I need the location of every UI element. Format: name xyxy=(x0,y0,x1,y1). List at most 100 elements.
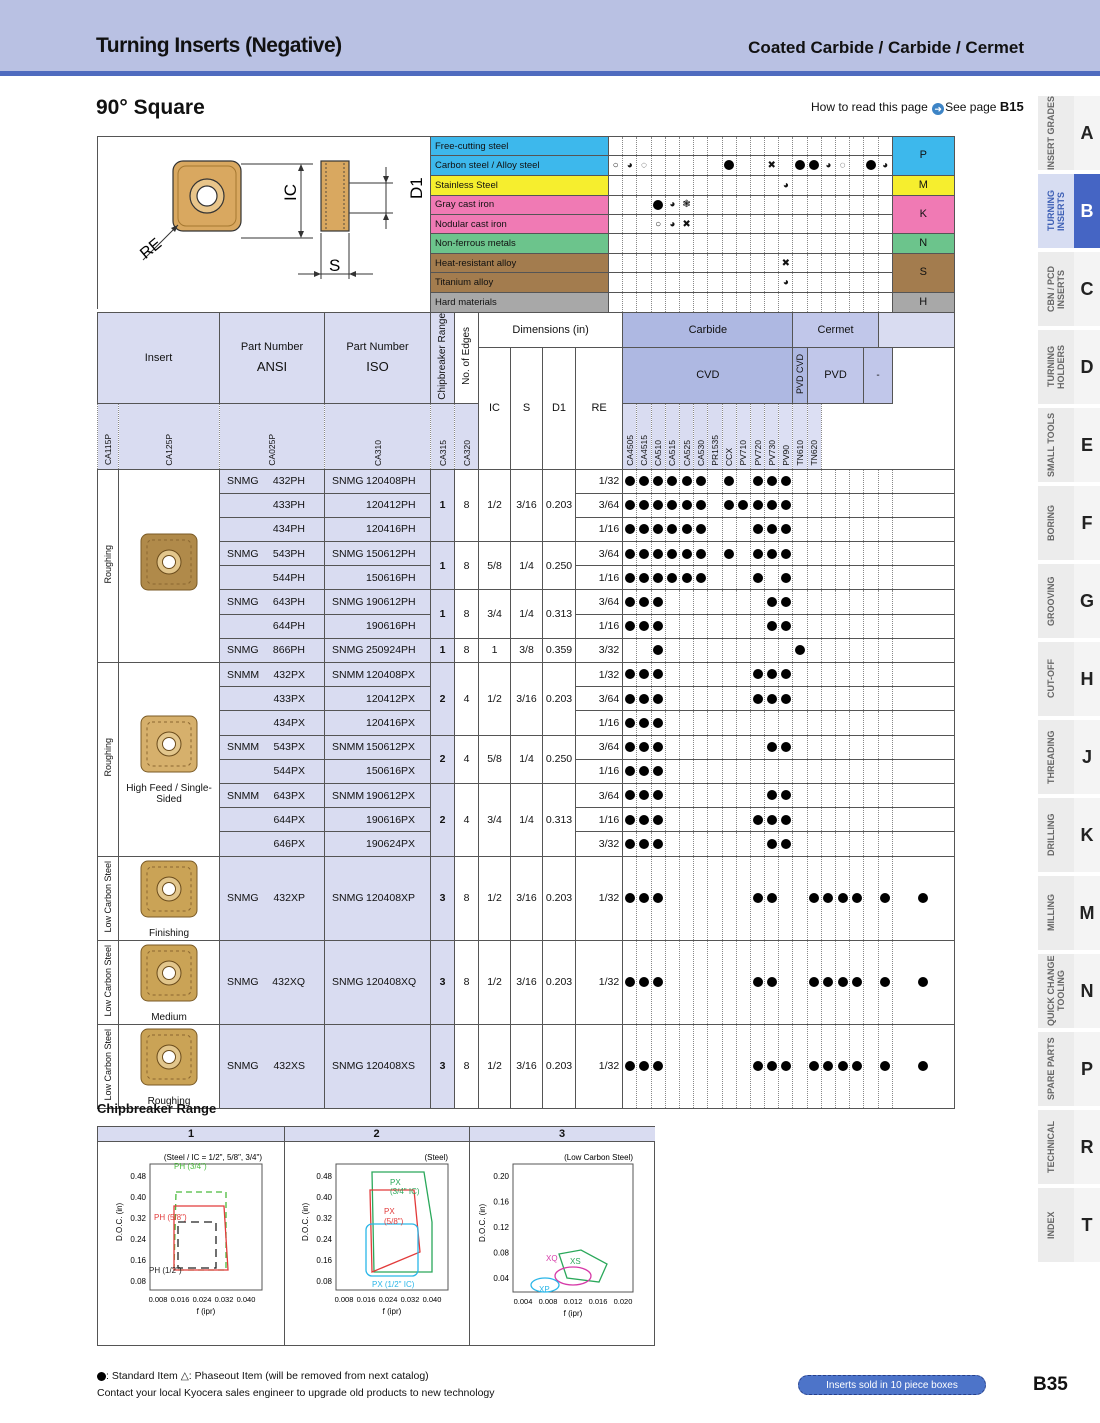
ansi-part-number-code: 434PH xyxy=(272,523,305,536)
iso-part-number-text: SNMG 190612PH xyxy=(332,596,416,608)
grade-cell xyxy=(877,291,893,313)
standard-dot-icon xyxy=(780,524,791,535)
iso-part-number: 120416PH xyxy=(324,516,431,543)
how-to-read-link[interactable]: How to read this page ➜ See page B15 xyxy=(811,99,1024,115)
grade-cell xyxy=(835,710,851,736)
tab-h[interactable]: CUT-OFF H xyxy=(1038,642,1100,716)
standard-dot-icon xyxy=(809,892,820,903)
grade-cell xyxy=(835,233,851,255)
tab-letter: P xyxy=(1074,1032,1100,1106)
tab-k[interactable]: DRILLING K xyxy=(1038,798,1100,872)
grade-header-ca125p: CA125P xyxy=(118,402,220,470)
grade-cell xyxy=(622,272,638,293)
x-axis-label: f (ipr) xyxy=(383,1307,402,1316)
standard-dot-icon xyxy=(681,475,692,486)
iso-part-number-code: 190616PX xyxy=(366,813,416,826)
ansi-part-number: SNMG 432XS xyxy=(219,1023,325,1109)
chipbreaker-value: 3 xyxy=(430,855,455,941)
iso-part-number-text: SNMG 120408XS xyxy=(332,1060,415,1072)
grade-cell xyxy=(849,807,865,833)
ansi-part-number-code: 432XP xyxy=(273,892,305,904)
standard-dot-icon xyxy=(766,669,777,680)
standard-dot-icon xyxy=(639,475,649,486)
ansi-part-number: SNMM 543PX xyxy=(219,734,325,760)
grade-header-pv730: PV730 xyxy=(764,402,780,470)
tab-g[interactable]: GROOVING G xyxy=(1038,564,1100,638)
chipbreaker-value: 2 xyxy=(430,782,455,857)
grade-cell xyxy=(650,661,666,688)
insert-photo-px xyxy=(140,715,198,773)
tab-f[interactable]: BORING F xyxy=(1038,486,1100,560)
grade-cell xyxy=(707,174,723,196)
tab-a[interactable]: INSERT GRADES A xyxy=(1038,96,1100,170)
grade-cell xyxy=(764,758,780,784)
grade-cell xyxy=(835,831,851,857)
y-tick-label: 0.08 xyxy=(493,1249,509,1258)
tab-r[interactable]: TECHNICAL R xyxy=(1038,1110,1100,1184)
x-axis-label: f (ipr) xyxy=(197,1307,216,1316)
material-label: Titanium alloy xyxy=(429,272,610,293)
standard-dot-icon xyxy=(752,976,763,987)
tab-label: MILLING xyxy=(1046,894,1056,932)
grade-label: PR1535 xyxy=(709,434,720,466)
iso-part-number-code: 120408PH xyxy=(366,475,416,488)
standard-dot-icon xyxy=(653,976,664,987)
standard-dot-icon xyxy=(624,892,635,903)
grade-cell xyxy=(735,734,751,760)
grade-cell xyxy=(764,253,780,274)
tab-d[interactable]: TURNING HOLDERS D xyxy=(1038,330,1100,404)
grade-cell xyxy=(820,194,837,215)
chipbreaker-chart-3: (Low Carbon Steel) 0.20 0.16 0.12 0.08 0.04 0.… xyxy=(478,1153,634,1318)
grade-cell xyxy=(735,174,751,196)
grade-cell xyxy=(735,831,751,857)
grade-cell xyxy=(721,710,737,736)
grade-cell xyxy=(891,468,955,494)
ansi-part-number-series: SNMM xyxy=(227,741,260,754)
chipbreaker-range-panel: 1 2 3 (Steel / IC = 1/2", 5/8", 3/4") 0.48 0.… xyxy=(97,1126,655,1346)
standard-dot-icon xyxy=(639,572,649,583)
ansi-part-number-series: SNMG xyxy=(227,892,259,904)
standard-dot-icon xyxy=(880,892,891,903)
grade-cell xyxy=(650,565,666,591)
tab-t[interactable]: INDEX T xyxy=(1038,1188,1100,1262)
grade-cell xyxy=(707,637,723,664)
tab-j[interactable]: THREADING J xyxy=(1038,720,1100,794)
grade-cell xyxy=(721,613,737,639)
grade-cell xyxy=(835,782,851,809)
grade-cell xyxy=(806,831,822,857)
grade-cell xyxy=(764,194,780,215)
grade-cell xyxy=(792,155,808,176)
tab-p[interactable]: SPARE PARTS P xyxy=(1038,1032,1100,1106)
grade-cell xyxy=(877,135,893,157)
standard-dot-icon xyxy=(624,548,635,559)
edges-header: No. of Edges xyxy=(454,311,479,404)
grade-cell xyxy=(820,213,837,235)
standard-dot-icon xyxy=(653,645,664,656)
grade-cell xyxy=(707,291,723,313)
grade-cell xyxy=(891,758,955,784)
grade-cell xyxy=(877,541,893,567)
standard-dot-icon xyxy=(780,548,791,559)
grade-cell xyxy=(792,272,808,293)
grade-cell xyxy=(735,758,751,784)
standard-dot-icon xyxy=(639,892,649,903)
flower-icon: ❃ xyxy=(682,199,691,211)
iso-part-number-code: 150612PX xyxy=(366,741,416,754)
grade-cell xyxy=(764,233,780,255)
grade-cell xyxy=(636,613,652,639)
grade-cell xyxy=(749,135,766,157)
tab-e[interactable]: SMALL TOOLS E xyxy=(1038,408,1100,482)
standard-dot-icon xyxy=(766,1060,777,1071)
tab-n[interactable]: QUICK CHANGE TOOLING N xyxy=(1038,954,1100,1028)
standard-dot-icon xyxy=(653,572,664,583)
standard-dot-icon xyxy=(653,838,664,849)
edges-label: No. of Edges xyxy=(461,327,472,386)
s-value: 3/16 xyxy=(510,939,543,1025)
grade-cell xyxy=(707,516,723,543)
grade-cell xyxy=(664,710,680,736)
material-label: Heat-resistant alloy xyxy=(429,253,610,274)
tab-m[interactable]: MILLING M xyxy=(1038,876,1100,950)
tab-b[interactable]: TURNING INSERTS B xyxy=(1038,174,1100,248)
tab-c[interactable]: CBN / PCD INSERTS C xyxy=(1038,252,1100,326)
insert-image: Roughing xyxy=(120,1026,219,1107)
